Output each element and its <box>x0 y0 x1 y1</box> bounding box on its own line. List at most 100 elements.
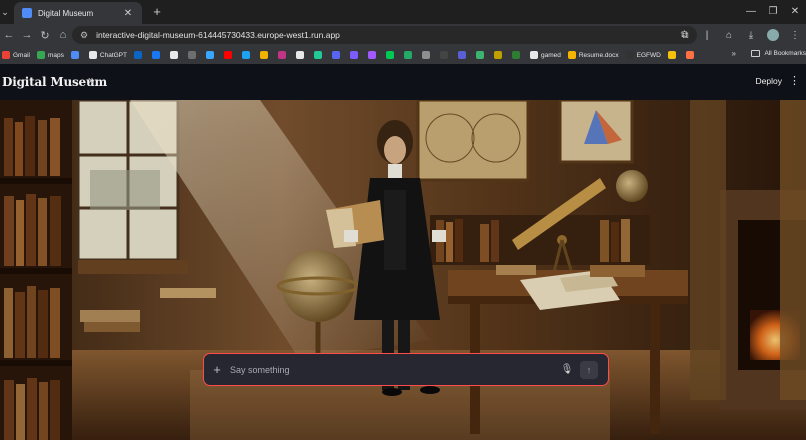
bookmark-item[interactable] <box>241 51 253 59</box>
url-text: interactive-digital-museum-614445730433.… <box>96 30 340 40</box>
bookmark-item[interactable] <box>685 51 697 59</box>
bookmark-item[interactable] <box>439 51 451 59</box>
forward-icon[interactable]: → <box>18 29 36 41</box>
bookmark-item[interactable] <box>70 51 82 59</box>
minimize-icon[interactable]: — <box>740 6 762 17</box>
bookmark-item[interactable] <box>403 51 415 59</box>
menu-kebab-icon[interactable]: ⋮ <box>784 30 806 41</box>
bookmark-item[interactable] <box>313 51 325 59</box>
close-window-icon[interactable]: ✕ <box>784 6 806 17</box>
bookmark-item[interactable] <box>457 51 469 59</box>
bookmark-item[interactable] <box>187 51 199 59</box>
bookmark-label: ChatGPT <box>99 51 127 59</box>
bookmark-favicon-icon <box>667 51 676 59</box>
bookmark-favicon-icon <box>277 51 286 59</box>
bookmark-favicon-icon <box>475 51 484 59</box>
all-bookmarks-label: All Bookmarks <box>764 50 806 57</box>
library-painting <box>0 100 806 440</box>
bookmark-favicon-icon <box>349 51 358 59</box>
back-icon[interactable]: ← <box>0 29 18 41</box>
bookmark-favicon-icon <box>511 51 520 59</box>
bookmark-favicon-icon <box>625 51 634 59</box>
window-controls: — ❐ ✕ <box>740 0 806 22</box>
toolbar-actions: ⧉ | ⌂ ⤓ ⋮ <box>674 24 806 46</box>
bookmarks-overflow-icon[interactable]: » <box>732 49 736 58</box>
sidebar-expand-icon[interactable]: » <box>88 73 95 87</box>
reload-icon[interactable]: ↻ <box>36 29 54 42</box>
separator: | <box>705 29 709 41</box>
bookmark-item[interactable]: maps <box>36 51 64 59</box>
bookmark-favicon-icon <box>241 51 250 59</box>
bookmark-label: maps <box>47 51 64 59</box>
bookmarks-bar: Gmail maps ChatGPT gamed Resume.docx EGFWD » Al… <box>0 46 806 64</box>
bookmark-favicon-icon <box>205 51 214 59</box>
bookmark-item[interactable] <box>331 51 343 59</box>
bookmark-label: gamed <box>540 51 561 59</box>
attach-plus-icon[interactable]: + <box>204 362 230 377</box>
chat-input[interactable] <box>230 364 558 375</box>
bookmark-item[interactable] <box>475 51 487 59</box>
app-menu-icon[interactable]: ⋮ <box>789 74 800 87</box>
bookmark-item[interactable] <box>349 51 361 59</box>
bookmark-label: EGFWD <box>636 51 661 59</box>
extensions-icon[interactable]: ⧉ <box>674 30 696 41</box>
app-header: Digital Museum » Deploy ⋮ <box>0 64 806 100</box>
bookmark-item[interactable]: Gmail <box>2 51 30 59</box>
profile-avatar[interactable] <box>767 29 779 41</box>
bookmark-item[interactable] <box>133 51 145 59</box>
bookmark-favicon-icon <box>88 51 97 59</box>
home-icon[interactable]: ⌂ <box>54 29 72 41</box>
bookmark-favicon-icon <box>313 51 322 59</box>
bookmark-favicon-icon <box>169 51 178 59</box>
bookmark-item[interactable] <box>421 51 433 59</box>
new-tab-icon[interactable]: + <box>150 4 164 19</box>
bookmark-item[interactable] <box>151 51 163 59</box>
bookmark-item[interactable] <box>511 51 523 59</box>
bookmark-favicon-icon <box>403 51 412 59</box>
museum-scene-image <box>0 100 806 440</box>
bookmark-favicon-icon <box>295 51 304 59</box>
microphone-icon[interactable]: 🎙 <box>558 364 576 375</box>
bookmark-item[interactable] <box>223 51 235 59</box>
bookmark-item[interactable]: Resume.docx <box>567 51 619 59</box>
bookmark-item[interactable] <box>493 51 505 59</box>
restore-icon[interactable]: ❐ <box>762 6 784 17</box>
tab-search-icon[interactable]: ⌄ <box>0 0 10 24</box>
bookmark-favicon-icon <box>70 51 79 59</box>
bookmark-favicon-icon <box>685 51 694 59</box>
bookmark-item[interactable] <box>169 51 181 59</box>
lock-icon[interactable]: ⌂ <box>718 30 740 41</box>
address-bar[interactable]: ⚙ interactive-digital-museum-61444573043… <box>72 26 697 44</box>
browser-toolbar: ← → ↻ ⌂ ⚙ interactive-digital-museum-614… <box>0 24 806 46</box>
bookmark-favicon-icon <box>457 51 466 59</box>
bookmark-favicon-icon <box>259 51 268 59</box>
browser-tab-strip: ⌄ Digital Museum ✕ + — ❐ ✕ <box>0 0 806 24</box>
tab-close-icon[interactable]: ✕ <box>122 8 134 19</box>
bookmark-item[interactable] <box>277 51 289 59</box>
bookmark-item[interactable]: ChatGPT <box>88 51 127 59</box>
folder-icon <box>751 50 761 57</box>
bookmark-item[interactable] <box>667 51 679 59</box>
download-icon[interactable]: ⤓ <box>740 30 762 41</box>
bookmark-item[interactable] <box>205 51 217 59</box>
site-info-icon[interactable]: ⚙ <box>80 30 88 41</box>
bookmark-item[interactable] <box>367 51 379 59</box>
bookmark-item[interactable] <box>385 51 397 59</box>
deploy-button[interactable]: Deploy <box>756 76 782 86</box>
bookmark-item[interactable] <box>259 51 271 59</box>
chat-input-bar[interactable]: + 🎙 ↑ <box>203 353 609 386</box>
bookmark-item[interactable] <box>295 51 307 59</box>
bookmark-item[interactable]: EGFWD <box>625 51 661 59</box>
browser-tab[interactable]: Digital Museum ✕ <box>14 2 142 24</box>
send-button[interactable]: ↑ <box>580 360 598 379</box>
bookmark-label: Gmail <box>13 51 30 59</box>
bookmark-favicon-icon <box>2 51 10 59</box>
bookmark-favicon-icon <box>223 51 232 59</box>
all-bookmarks-button[interactable]: All Bookmarks <box>751 50 806 57</box>
bookmark-favicon-icon <box>367 51 376 59</box>
bookmark-item[interactable]: gamed <box>529 51 561 59</box>
bookmark-favicon-icon <box>385 51 394 59</box>
bookmark-label: Resume.docx <box>578 51 619 59</box>
bookmark-favicon-icon <box>331 51 340 59</box>
tab-title: Digital Museum <box>38 8 94 18</box>
